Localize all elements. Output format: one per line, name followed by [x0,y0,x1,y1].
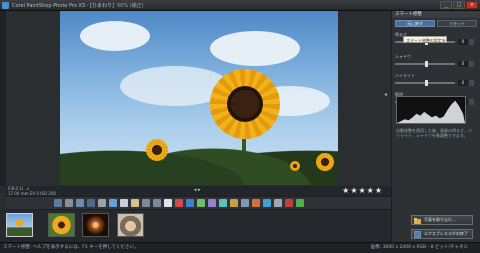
tooltip: スマート修整の設定を使用 [403,36,447,50]
image-viewer[interactable]: ◂ [6,11,391,186]
crop-icon[interactable] [98,199,106,207]
highlight-slider[interactable]: 0 [395,80,477,86]
rotate-left-icon[interactable] [142,199,150,207]
title-bar: Corel PaintShop Photo Pro X3 - [ひまわり] 50… [0,0,480,11]
smart-fix-panel: スマート修整 元に戻す リセット 明るさ 0 シャドウ 0 ハイライト 0 鮮明… [391,11,480,242]
import-photos-button[interactable]: 写真を取り込む… [411,215,473,225]
edit-toolbar [6,196,391,210]
thumbnail-fireworks[interactable] [82,213,109,237]
import-label: 写真を取り込む… [424,217,456,222]
highlight-value[interactable]: 0 [458,80,468,86]
reset-button[interactable]: リセット [437,20,477,27]
zoom-icon[interactable] [120,199,128,207]
undo-button[interactable]: 元に戻す [395,20,435,27]
scratch-icon[interactable] [241,199,249,207]
fit-icon[interactable] [109,199,117,207]
shadow-slider[interactable]: 0 [395,61,477,67]
share-icon[interactable] [296,199,304,207]
exit-icon [414,231,421,238]
spin-arrows-icon[interactable] [469,80,474,86]
thumbnail-sunflower-close[interactable] [48,213,75,237]
shadow-value[interactable]: 0 [458,61,468,67]
star-icon[interactable]: ★ [358,187,365,195]
star-icon[interactable]: ★ [375,187,382,195]
spin-arrows-icon[interactable] [469,39,474,45]
spin-arrows-icon[interactable] [469,99,474,105]
histogram [396,96,466,124]
star-icon[interactable]: ★ [367,187,374,195]
straighten-icon[interactable] [208,199,216,207]
slider-knob[interactable] [425,80,428,86]
makeover-icon[interactable] [197,199,205,207]
window-controls: _ □ × [440,1,478,9]
app-logo-icon [2,1,9,9]
panel-description: 自動修整を適用した後、画像の明るさ、ハイライト、シャドウを微調整できます。 [396,128,472,138]
panel-title: スマート修整 [392,11,480,18]
minimize-button[interactable]: _ [440,1,452,9]
print-icon[interactable] [65,199,73,207]
brightness-value[interactable]: 0 [458,39,468,45]
red-eye-icon[interactable] [186,199,194,207]
thumbnail-sunflower-field[interactable] [6,213,33,237]
close-button[interactable]: × [466,1,478,9]
photo-nav-arrows[interactable]: ◂ ▸ [194,187,201,193]
status-bar: スマート修整: ヘルプを表示するには、F1 キーを押してください。 画像: 36… [0,242,480,253]
spin-arrows-icon[interactable] [469,61,474,67]
thumbnail-portrait[interactable] [117,213,144,237]
delete-icon[interactable] [285,199,293,207]
undo-icon[interactable] [76,199,84,207]
star-icon[interactable]: ★ [342,187,349,195]
pan-icon[interactable] [131,199,139,207]
panel-expand-icon[interactable]: ◂ [384,91,389,101]
slider-knob[interactable] [425,61,428,67]
maximize-button[interactable]: □ [453,1,465,9]
color-icon[interactable] [175,199,183,207]
rating-stars[interactable]: ★ ★ ★ ★ ★ [342,187,382,195]
perspective-icon[interactable] [219,199,227,207]
folder-icon [414,218,421,224]
status-image-info: 画像: 3600 x 2400 x RGB - 8 ビット/チャネル [370,245,468,250]
shadow-label: シャドウ [395,54,411,59]
zoom-level: 50% (補正) [116,2,144,9]
rotate-right-icon[interactable] [153,199,161,207]
save-icon[interactable] [54,199,62,207]
photo-info-bar: F/8.0 1/...s 17.00 mm EV 0 ISO 200 ◂ ▸ ★… [6,186,391,196]
object-remover-icon[interactable] [252,199,260,207]
clone-icon[interactable] [230,199,238,207]
photo-sunflower [60,11,338,185]
app-window: Corel PaintShop Photo Pro X3 - [ひまわり] 50… [0,0,480,253]
star-icon[interactable]: ★ [350,187,357,195]
status-help-text: スマート修整: ヘルプを表示するには、F1 キーを押してください。 [3,245,139,250]
filmstrip [0,210,391,242]
exit-express-lab-button[interactable]: エクスプレスラボの終了 [411,229,473,239]
smart-fix-icon[interactable] [164,199,172,207]
brush-icon[interactable] [263,199,271,207]
window-title: Corel PaintShop Photo Pro X3 - [ひまわり] [12,2,114,9]
text-icon[interactable] [274,199,282,207]
redo-icon[interactable] [87,199,95,207]
exit-label: エクスプレスラボの終了 [424,231,468,236]
highlight-label: ハイライト [395,73,415,78]
